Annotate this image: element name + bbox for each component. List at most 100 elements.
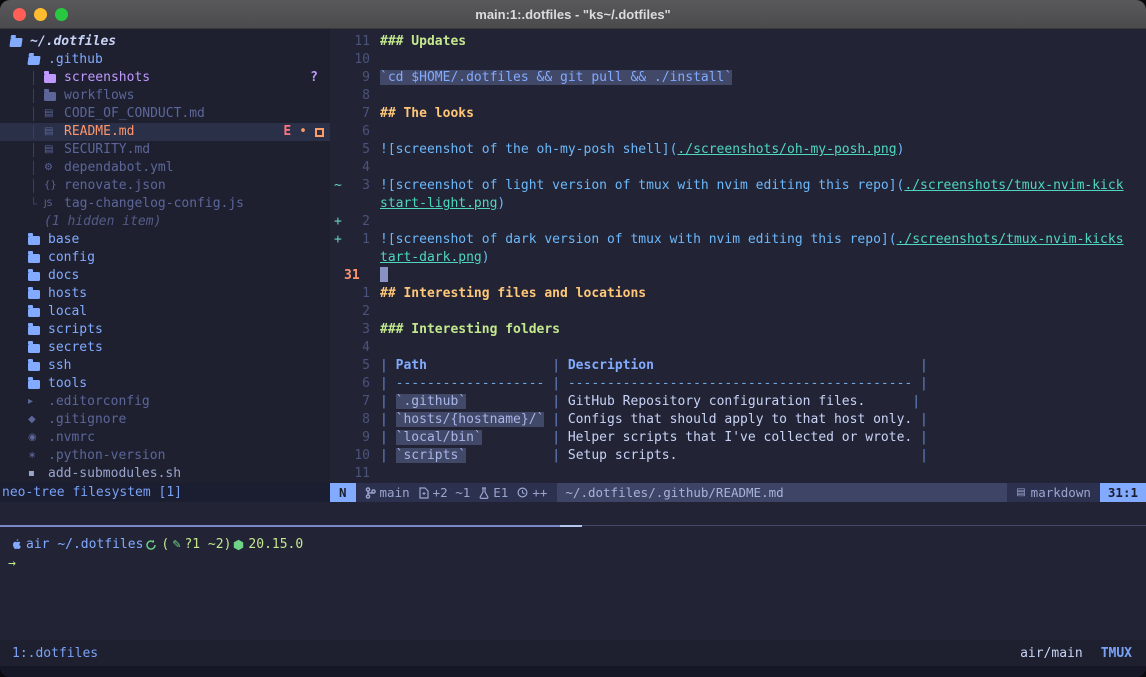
buffer-line-19[interactable]: 6| ------------------- | ---------------… [330, 375, 1146, 393]
buffer-line-1[interactable]: 10 [330, 51, 1146, 69]
tree-item-label: tag-changelog-config.js [64, 195, 244, 213]
buffer-line-21[interactable]: 8| `hosts/{hostname}/` | Configs that sh… [330, 411, 1146, 429]
pencil-icon: ✎ [172, 535, 181, 554]
line-number: 31 [344, 267, 370, 285]
tree-item-security-md[interactable]: │▤SECURITY.md [0, 141, 330, 159]
tree-item-label: screenshots [64, 69, 150, 87]
git-sign [330, 411, 344, 429]
line-number: 3 [344, 321, 370, 339]
tree-item-label: config [48, 249, 95, 267]
tree-item--gitignore[interactable]: ◆.gitignore [0, 411, 330, 429]
tree-item--dotfiles[interactable]: ~/.dotfiles [0, 33, 330, 51]
modified-mark: • [299, 123, 307, 141]
tree-item--1-hidden-item-[interactable]: (1 hidden item) [0, 213, 330, 231]
tree-item--editorconfig[interactable]: ▸.editorconfig [0, 393, 330, 411]
git-sign [330, 447, 344, 465]
tree-item-ssh[interactable]: ssh [0, 357, 330, 375]
tmux-window-tab[interactable]: 1:.dotfiles [0, 646, 98, 661]
tree-item-tools[interactable]: tools [0, 375, 330, 393]
buffer-line-24[interactable]: 11 [330, 465, 1146, 483]
buffer-line-13[interactable]: 31 [330, 267, 1146, 285]
line-text: ![screenshot of dark version of tmux wit… [370, 231, 1124, 249]
tree-item-scripts[interactable]: scripts [0, 321, 330, 339]
buffer-line-16[interactable]: 3### Interesting folders [330, 321, 1146, 339]
tree-item-code-of-conduct-md[interactable]: │▤CODE_OF_CONDUCT.md [0, 105, 330, 123]
buffer-line-4[interactable]: 7## The looks [330, 105, 1146, 123]
buffer-line-8[interactable]: ~3![screenshot of light version of tmux … [330, 177, 1146, 195]
flask-icon [479, 487, 489, 499]
zoom-button[interactable] [55, 8, 68, 21]
diagnostics-count: E1 [493, 485, 508, 500]
syntax-img: ) [897, 142, 905, 157]
tree-item-label: ~/.dotfiles [30, 33, 116, 51]
tree-item-hosts[interactable]: hosts [0, 285, 330, 303]
line-number: 4 [344, 339, 370, 357]
git-sign [330, 429, 344, 447]
tree-item-label: ssh [48, 357, 71, 375]
tree-item-readme-md[interactable]: │▤README.mdE• [0, 123, 330, 141]
buffer-line-17[interactable]: 4 [330, 339, 1146, 357]
buffer-line-12[interactable]: tart-dark.png) [330, 249, 1146, 267]
minimize-button[interactable] [34, 8, 47, 21]
line-text: `cd $HOME/.dotfiles && git pull && ./ins… [370, 69, 732, 87]
buffer-line-20[interactable]: 7| `.github` | GitHub Repository configu… [330, 393, 1146, 411]
tree-item-tag-changelog-config-js[interactable]: └JStag-changelog-config.js [0, 195, 330, 213]
markdown-icon: ▤ [1016, 487, 1025, 498]
editor-buffer[interactable]: 11### Updates 10 9`cd $HOME/.dotfiles &&… [330, 29, 1146, 483]
tree-item-screenshots[interactable]: │screenshots? [0, 69, 330, 87]
buffer-line-22[interactable]: 9| `local/bin` | Helper scripts that I'v… [330, 429, 1146, 447]
tree-item-config[interactable]: config [0, 249, 330, 267]
tree-item-secrets[interactable]: secrets [0, 339, 330, 357]
shell-input-line[interactable]: → [8, 554, 1146, 573]
tree-item-label: .editorconfig [48, 393, 150, 411]
buffer-line-9[interactable]: start-light.png) [330, 195, 1146, 213]
buffer-line-15[interactable]: 2 [330, 303, 1146, 321]
line-text: ## Interesting files and locations [370, 285, 646, 303]
tree-guide: └ [30, 195, 44, 213]
shell-pane[interactable]: air ~/.dotfiles ( ✎ ?1 ~2 ) 20.15.0 → [0, 527, 1146, 640]
tree-item--python-version[interactable]: ∗.python-version [0, 447, 330, 465]
buffer-line-7[interactable]: 4 [330, 159, 1146, 177]
buffer-line-0[interactable]: 11### Updates [330, 33, 1146, 51]
buffer-line-3[interactable]: 8 [330, 87, 1146, 105]
syntax-tcode: `.github` [396, 394, 466, 409]
tmux-status-bar: 1:.dotfiles air/main TMUX [0, 640, 1146, 666]
git-diff-item: +2 ~1 [419, 485, 471, 500]
tree-item-base[interactable]: base [0, 231, 330, 249]
tree-item-renovate-json[interactable]: │{}renovate.json [0, 177, 330, 195]
tree-item-workflows[interactable]: │workflows [0, 87, 330, 105]
buffer-line-11[interactable]: +1![screenshot of dark version of tmux w… [330, 231, 1146, 249]
git-sign [330, 195, 344, 213]
buffer-line-2[interactable]: 9`cd $HOME/.dotfiles && git pull && ./in… [330, 69, 1146, 87]
git-sign [330, 321, 344, 339]
buffer-line-18[interactable]: 5| Path | Description | [330, 357, 1146, 375]
tree-guide: │ [30, 159, 44, 177]
buffer-line-23[interactable]: 10| `scripts` | Setup scripts. | [330, 447, 1146, 465]
block-cursor [380, 267, 388, 282]
syntax-link: ./screenshots/oh-my-posh.png [677, 142, 896, 157]
line-text [370, 303, 380, 321]
braces-icon: {} [44, 177, 64, 195]
untracked-badge: ? [310, 69, 318, 87]
tree-item-dependabot-yml[interactable]: │⚙dependabot.yml [0, 159, 330, 177]
command-line[interactable] [0, 502, 1146, 525]
syntax-h3: ### Updates [380, 34, 466, 49]
line-number: 6 [344, 123, 370, 141]
extra-status-text: ++ [532, 485, 547, 500]
close-button[interactable] [13, 8, 26, 21]
tree-item-local[interactable]: local [0, 303, 330, 321]
tree-item--github[interactable]: .github [0, 51, 330, 69]
tree-item-docs[interactable]: docs [0, 267, 330, 285]
line-text: | ------------------- | ----------------… [370, 375, 928, 393]
syntax-h2: ## The looks [380, 106, 474, 121]
buffer-line-10[interactable]: +2 [330, 213, 1146, 231]
tree-item--nvmrc[interactable]: ◉.nvmrc [0, 429, 330, 447]
buffer-line-14[interactable]: 1## Interesting files and locations [330, 285, 1146, 303]
buffer-line-5[interactable]: 6 [330, 123, 1146, 141]
syntax-link: start-light.png [380, 196, 497, 211]
prompt-cwd: ~/.dotfiles [57, 535, 143, 554]
tree-item-add-submodules-sh[interactable]: ▪add-submodules.sh [0, 465, 330, 483]
line-number: 4 [344, 159, 370, 177]
buffer-line-6[interactable]: 5![screenshot of the oh-my-posh shell](.… [330, 141, 1146, 159]
syntax-th: Description [568, 358, 654, 373]
